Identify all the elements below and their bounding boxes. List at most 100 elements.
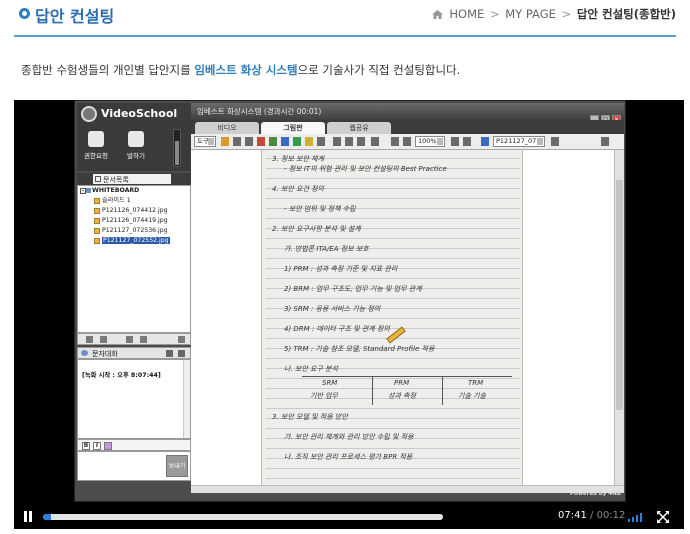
- send-button[interactable]: 보내기: [166, 455, 188, 477]
- document-list-tab[interactable]: 문서목록: [93, 174, 171, 184]
- pause-button[interactable]: [23, 511, 34, 522]
- zoom-in-icon[interactable]: [463, 137, 471, 146]
- list-item[interactable]: P121126_074412.jpg: [78, 206, 190, 216]
- tab-video[interactable]: 비디오: [195, 122, 259, 134]
- rights-request-button[interactable]: 권한요청: [81, 128, 111, 166]
- chat-input[interactable]: 보내기: [77, 451, 191, 481]
- videoschool-logo: VideoSchool: [77, 103, 191, 125]
- file-select[interactable]: P121127_07: [493, 136, 545, 147]
- handwriting-line: 나. 보안 요구 분석: [284, 365, 338, 373]
- line-tool-icon[interactable]: [233, 137, 241, 146]
- upload-icon[interactable]: [126, 336, 133, 343]
- video-player[interactable]: VideoSchool 임베스트 화상시스템 (경과시간 00:01) _□× …: [14, 100, 684, 529]
- current-time: 07:41: [558, 510, 587, 521]
- edit-icon[interactable]: [178, 336, 185, 343]
- chevron-down-icon: [437, 138, 443, 145]
- table-cell: 성과 측정: [388, 392, 416, 400]
- ruled-line: [266, 428, 520, 429]
- add-page-icon[interactable]: [601, 137, 609, 146]
- list-item[interactable]: P121126_074419.jpg: [78, 216, 190, 226]
- fullscreen-icon[interactable]: [656, 510, 670, 524]
- speak-label: 발하기: [127, 152, 145, 160]
- bold-button[interactable]: B: [82, 442, 90, 450]
- video-screen[interactable]: VideoSchool 임베스트 화상시스템 (경과시간 00:01) _□× …: [74, 100, 626, 502]
- print-icon[interactable]: [391, 137, 399, 146]
- ellipse-tool-icon[interactable]: [269, 137, 277, 146]
- emoticon-icon[interactable]: [104, 442, 112, 450]
- tool-select[interactable]: 도구: [194, 136, 216, 147]
- zoom-out-icon[interactable]: [451, 137, 459, 146]
- time-separator: /: [590, 510, 594, 521]
- zoom-select[interactable]: 100%: [415, 136, 445, 147]
- zoom-value: 100%: [418, 137, 437, 145]
- tab-web-share[interactable]: 웹공유: [327, 122, 391, 134]
- description-text: 종합반 수험생들의 개인별 답안지를: [21, 63, 195, 77]
- page-title: 답안 컨설팅: [35, 7, 115, 26]
- page-description: 종합반 수험생들의 개인별 답안지를 임베스트 화상 시스템으로 기술사가 직접…: [21, 62, 460, 78]
- fill-tool-icon[interactable]: [281, 137, 289, 146]
- time-display: 07:41 / 00:12: [558, 510, 625, 521]
- pencil-icon: [94, 228, 100, 234]
- check-tool-icon[interactable]: [293, 137, 301, 146]
- redo-icon[interactable]: [345, 137, 353, 146]
- page-icon[interactable]: [371, 137, 379, 146]
- pencil-tool-icon[interactable]: [221, 137, 229, 146]
- title-bullet-icon: [19, 8, 30, 19]
- table-cell: SRM: [322, 379, 338, 387]
- microphone-icon: [128, 131, 144, 147]
- refresh-icon[interactable]: [178, 350, 185, 357]
- scroll-thumb[interactable]: [616, 180, 623, 410]
- seek-bar[interactable]: [43, 514, 443, 520]
- chat-tab-label: 문자대화: [92, 350, 118, 358]
- save-chat-icon[interactable]: [166, 350, 173, 357]
- clear-icon[interactable]: [357, 137, 365, 146]
- ruled-line: [266, 468, 520, 469]
- table-divider: [372, 377, 373, 405]
- table-divider: [442, 377, 443, 405]
- whiteboard-canvas[interactable]: 3. 정보 보안 체계 - 정보 IT의 위험 관리 및 보안 컨설팅의 Best…: [191, 150, 624, 485]
- save-image-icon[interactable]: [403, 137, 411, 146]
- breadcrumb-mypage[interactable]: MY PAGE: [505, 7, 556, 21]
- drawing-toolbar: 도구 100% P121127_07: [191, 134, 624, 150]
- list-item[interactable]: P121127_072536.jpg: [78, 226, 190, 236]
- italic-button[interactable]: I: [93, 442, 101, 450]
- table-cell: TRM: [468, 379, 484, 387]
- user-icon: [88, 131, 104, 147]
- canvas-vertical-scrollbar[interactable]: [614, 150, 624, 485]
- speak-button[interactable]: 발하기: [121, 128, 151, 166]
- list-item-selected[interactable]: P121127_072552.jpg: [78, 236, 190, 246]
- breadcrumb-home[interactable]: HOME: [449, 7, 484, 21]
- handwriting-line: 1) PRM : 성과 측정 기준 및 지표 관리: [284, 265, 398, 273]
- previous-page-icon[interactable]: [481, 137, 489, 146]
- seek-buffered: [43, 514, 443, 520]
- table-cell: PRM: [394, 379, 410, 387]
- chat-scrollbar[interactable]: [183, 360, 190, 438]
- document-list-label: 문서목록: [103, 176, 129, 184]
- tab-whiteboard[interactable]: 그림판: [261, 122, 325, 134]
- next-page-icon[interactable]: [551, 137, 559, 146]
- document-tools: [77, 333, 191, 345]
- list-item[interactable]: 슬라이드 1: [78, 196, 190, 206]
- ruled-line: [266, 218, 520, 219]
- handwriting-line: - 보안 범위 및 정책 수립: [284, 205, 356, 213]
- canvas-horizontal-scrollbar[interactable]: [191, 485, 624, 493]
- new-document-icon[interactable]: [86, 336, 93, 343]
- chat-log: [녹화 시작 : 오후 8:07:44]: [77, 359, 191, 439]
- open-folder-icon[interactable]: [100, 336, 107, 343]
- handwriting-line: - 정보 IT의 위험 관리 및 보안 컨설팅의 Best Practice: [284, 165, 447, 173]
- volume-slider[interactable]: [173, 129, 181, 167]
- stroke-width-icon[interactable]: [245, 137, 253, 146]
- header-divider: [14, 35, 676, 37]
- text-tool-icon[interactable]: [317, 137, 325, 146]
- eraser-tool-icon[interactable]: [305, 137, 313, 146]
- undo-icon[interactable]: [333, 137, 341, 146]
- rectangle-tool-icon[interactable]: [257, 137, 265, 146]
- description-highlight: 임베스트 화상 시스템: [194, 63, 298, 77]
- tree-root[interactable]: - WHITEBOARD: [78, 186, 190, 196]
- main-tabs: 비디오 그림판 웹공유: [191, 120, 624, 134]
- pencil-icon: [94, 198, 100, 204]
- handwriting-line: 3. 보안 모델 및 적용 방안: [272, 413, 348, 421]
- save-icon[interactable]: [140, 336, 147, 343]
- ruled-line: [266, 198, 520, 199]
- pencil-icon: [94, 218, 100, 224]
